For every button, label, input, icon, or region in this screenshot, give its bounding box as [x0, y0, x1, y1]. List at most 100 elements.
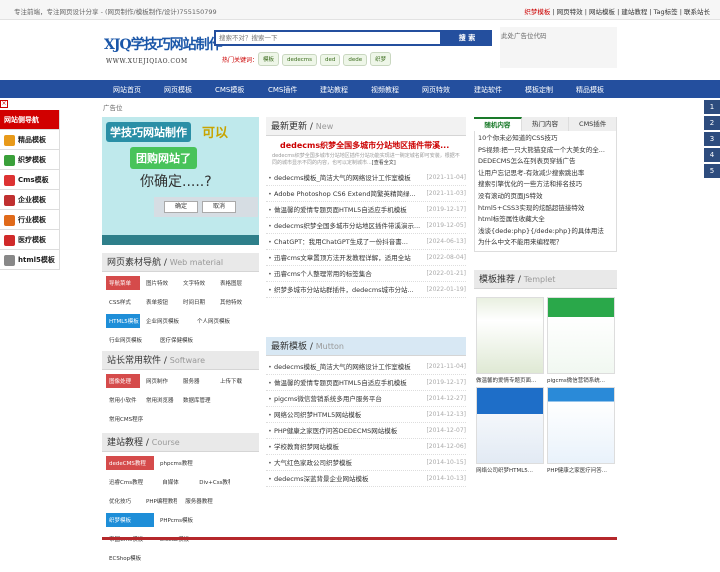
- nav-web-templates[interactable]: 网页模板: [164, 85, 192, 95]
- page-number-button[interactable]: 3: [704, 132, 720, 146]
- material-tag[interactable]: 时间日期: [180, 295, 214, 309]
- software-tag[interactable]: 图像处理: [106, 374, 140, 388]
- tab-link[interactable]: 让用户忘记思考-有效减少搜索跳出率: [478, 168, 613, 180]
- material-tag[interactable]: 行业网页模板: [106, 333, 154, 347]
- list-item[interactable]: dedecms模板_简洁大气的网络设计工作室模板 [2021-11-04]: [266, 170, 466, 186]
- course-tag[interactable]: Div+Css教程: [196, 475, 230, 489]
- template-thumb[interactable]: pigcms微信营销系统...: [547, 297, 615, 384]
- material-tag[interactable]: CSS样式: [106, 295, 140, 309]
- page-number-button[interactable]: 2: [704, 116, 720, 130]
- tab-cms-plugins[interactable]: CMS插件: [569, 117, 618, 131]
- tab-link[interactable]: 没有滚动的页面JS特效: [478, 191, 613, 203]
- tab-link[interactable]: html标签属性收藏大全: [478, 214, 613, 226]
- top-link-dede[interactable]: 织梦模板: [524, 8, 550, 16]
- sidebar-close-icon[interactable]: ×: [0, 100, 8, 108]
- headline-link[interactable]: dedecms织梦全国多城市分站地区插件带溪...: [266, 136, 466, 151]
- list-item[interactable]: 网络公司织梦HTML5网站模板 [2014-12-13]: [266, 407, 466, 423]
- list-item[interactable]: dedecms织梦全国多城市分站地区插件带溪演示...[2019-12-05]: [266, 218, 466, 234]
- template-thumb[interactable]: 做温馨的爱情专题页面...: [476, 297, 544, 384]
- list-item[interactable]: ChatGPT：我用ChatGPT生成了一份抖音書... [2024-06-13]: [266, 234, 466, 250]
- tab-link[interactable]: 10个你未必知道的CSS技巧: [478, 133, 613, 145]
- course-tag[interactable]: PHP编程教程: [143, 494, 177, 508]
- list-item[interactable]: PHP健康之家医疗问答DEDECMS网站模板 [2014-12-07]: [266, 423, 466, 439]
- side-nav-item[interactable]: 医疗模板: [0, 230, 60, 250]
- course-tag[interactable]: 服务器教程: [182, 494, 230, 508]
- site-logo[interactable]: XJQ学技巧网站制作 WWW.XUEJIQIAO.COM: [104, 34, 223, 68]
- hot-tag[interactable]: dede: [343, 54, 368, 66]
- software-tag[interactable]: 服务器: [180, 374, 214, 388]
- software-tag[interactable]: 常用CMS程序: [106, 412, 154, 426]
- material-tag[interactable]: 图片特效: [143, 276, 177, 290]
- tab-link[interactable]: 为什么中文不能用来编程呢？: [478, 237, 613, 249]
- hot-tag[interactable]: 织梦: [370, 52, 392, 66]
- hot-tag[interactable]: 模板: [258, 52, 280, 66]
- nav-effects[interactable]: 网页特效: [422, 85, 450, 95]
- side-nav-item[interactable]: 精品模板: [0, 130, 60, 150]
- course-tag[interactable]: 自媒体: [159, 475, 193, 489]
- tab-random[interactable]: 随机内容: [474, 117, 522, 131]
- side-nav-item[interactable]: html5模板: [0, 250, 60, 270]
- side-nav-item[interactable]: 行业模板: [0, 210, 60, 230]
- list-item[interactable]: 大气红色家政公司织梦模板 [2014-10-15]: [266, 455, 466, 471]
- nav-home[interactable]: 网站首页: [113, 85, 141, 95]
- nav-tutorials[interactable]: 建站教程: [320, 85, 348, 95]
- list-item[interactable]: 迅睿cms文章置顶方法开发教程详解，适用全站 [2022-08-04]: [266, 250, 466, 266]
- material-tag[interactable]: 表单按钮: [143, 295, 177, 309]
- nav-premium[interactable]: 精品模板: [576, 85, 604, 95]
- material-tag[interactable]: 医疗保健模板: [157, 333, 205, 347]
- nav-videos[interactable]: 视频教程: [371, 85, 399, 95]
- list-item[interactable]: 做温馨的爱情专题页面HTML5自适应手机模板 [2019-12-17]: [266, 375, 466, 391]
- software-tag[interactable]: 上传下载: [217, 374, 251, 388]
- page-number-button[interactable]: 4: [704, 148, 720, 162]
- nav-cms-plugins[interactable]: CMS插件: [268, 85, 297, 95]
- page-number-button[interactable]: 5: [704, 164, 720, 178]
- side-nav-item[interactable]: 织梦模板: [0, 150, 60, 170]
- software-tag[interactable]: 网页制作: [143, 374, 177, 388]
- hot-tag[interactable]: ded: [320, 54, 341, 66]
- search-input[interactable]: [216, 32, 440, 44]
- nav-software[interactable]: 建站软件: [474, 85, 502, 95]
- nav-custom[interactable]: 模板定制: [525, 85, 553, 95]
- course-tag[interactable]: 迅睿Cms教程: [106, 475, 154, 489]
- tab-link[interactable]: 浅谈{dede:php}{/dede:php}的具体用法: [478, 226, 613, 238]
- top-link-tags[interactable]: Tag标签: [654, 8, 678, 16]
- course-tag[interactable]: PHPcms模板: [157, 513, 205, 527]
- course-tag[interactable]: 优化技巧: [106, 494, 140, 508]
- course-tag[interactable]: 织梦模板: [106, 513, 154, 527]
- course-tag[interactable]: dedeCMS教程: [106, 456, 154, 470]
- side-nav-item[interactable]: Cms模板: [0, 170, 60, 190]
- list-item[interactable]: 迅睿cms个人整理常用的标签集合 [2022-01-21]: [266, 266, 466, 282]
- list-item[interactable]: 织梦多城市分站站群插件，dedecms城市分站... [2022-01-19]: [266, 282, 466, 298]
- material-tag[interactable]: 其他特效: [217, 295, 251, 309]
- top-link-effects[interactable]: 网页特效: [557, 8, 583, 16]
- template-thumb[interactable]: 网络公司织梦HTML5...: [476, 387, 544, 474]
- top-link-templates[interactable]: 网站模板: [589, 8, 615, 16]
- material-tag[interactable]: 文字特效: [180, 276, 214, 290]
- software-tag[interactable]: 常用浏览器: [143, 393, 177, 407]
- tab-link[interactable]: DEDECMS怎么在列表页穿插广告: [478, 156, 613, 168]
- search-button[interactable]: 搜 索: [442, 30, 492, 46]
- tab-link[interactable]: html5+CSS3实现的炫酷超链接特效: [478, 203, 613, 215]
- promo-banner[interactable]: 学技巧网站制作 可以 团购网站了 你确定.....? 确定 取消: [102, 117, 259, 245]
- course-tag[interactable]: phpcms教程: [157, 456, 205, 470]
- list-item[interactable]: pigcms微信营销系统多用户服务平台 [2014-12-27]: [266, 391, 466, 407]
- material-tag[interactable]: 表格图层: [217, 276, 251, 290]
- side-nav-item[interactable]: 企业模板: [0, 190, 60, 210]
- template-thumb[interactable]: PHP健康之家医疗问答...: [547, 387, 615, 474]
- material-tag[interactable]: 个人网页模板: [194, 314, 242, 328]
- list-item[interactable]: dedecms模板_简洁大气的网络设计工作室模板 [2021-11-04]: [266, 359, 466, 375]
- material-tag[interactable]: 企业网页模板: [143, 314, 191, 328]
- page-number-button[interactable]: 1: [704, 100, 720, 114]
- hot-tag[interactable]: dedecms: [282, 54, 318, 66]
- course-tag[interactable]: ECShop模板: [106, 551, 154, 565]
- tab-link[interactable]: 搜索引擎优化的一些方法和排名技巧: [478, 179, 613, 191]
- read-more-link[interactable]: [查看全文]: [372, 160, 396, 166]
- list-item[interactable]: 学校教育织梦网站模板 [2014-12-06]: [266, 439, 466, 455]
- material-tag[interactable]: 导航菜单: [106, 276, 140, 290]
- top-link-tutorials[interactable]: 建站教程: [621, 8, 647, 16]
- software-tag[interactable]: 数据库管理: [180, 393, 228, 407]
- material-tag[interactable]: HTML5模板: [106, 314, 140, 328]
- list-item[interactable]: Adobe Photoshop CS6 Extend简繁英精简绿... [2021…: [266, 186, 466, 202]
- top-link-contact[interactable]: 联系站长: [684, 8, 710, 16]
- top-ad-slot[interactable]: 此处广告位代码: [500, 27, 617, 68]
